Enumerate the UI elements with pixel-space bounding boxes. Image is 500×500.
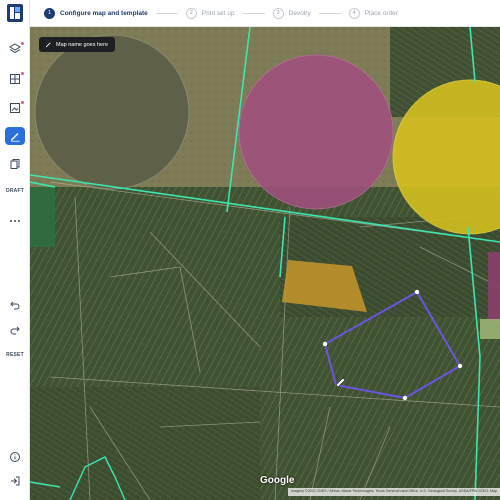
step-label: Configure map and template	[60, 9, 148, 17]
step-connector	[318, 12, 341, 14]
polygon-vertex[interactable]	[402, 395, 408, 401]
step-label: Print set up	[201, 9, 235, 17]
info-icon	[10, 452, 20, 462]
step-connector	[155, 12, 178, 14]
step-delivery[interactable]: 3 Devolry	[272, 7, 311, 19]
layers-badge-dot	[21, 42, 24, 45]
map-name-label: Map name goes here	[56, 41, 108, 48]
grid-badge-dot	[21, 72, 24, 75]
image-add-icon	[10, 103, 20, 113]
satellite-map[interactable]: Map name goes here Google Imagery ©2022 …	[30, 27, 500, 500]
polygon-vertex[interactable]	[322, 341, 328, 347]
draw-icon	[11, 133, 20, 142]
field-green-right[interactable]	[480, 319, 500, 339]
pencil-icon	[46, 42, 51, 48]
image-badge-dot	[21, 101, 24, 104]
step-number: 2	[185, 7, 197, 19]
step-number: 3	[272, 7, 284, 19]
reset-label[interactable]: RESET	[0, 352, 30, 358]
more-button[interactable]	[5, 212, 25, 230]
undo-button[interactable]	[5, 296, 25, 314]
step-number: 1	[44, 7, 55, 19]
step-label: Place order	[364, 9, 398, 17]
step-configure-map[interactable]: 1 Configure map and template	[44, 7, 148, 19]
polygon-vertex[interactable]	[414, 289, 420, 295]
layers-icon	[9, 43, 21, 54]
exit-button[interactable]	[5, 472, 25, 490]
sidebar: DRAFT RESET	[0, 0, 30, 500]
field-purple-right[interactable]	[488, 252, 500, 322]
copy-button[interactable]	[5, 155, 25, 173]
step-print-setup[interactable]: 2 Print set up	[185, 7, 235, 19]
redo-button[interactable]	[5, 321, 25, 339]
step-number: 4	[348, 7, 360, 19]
step-connector	[242, 12, 265, 14]
polygon-vertex[interactable]	[457, 363, 463, 369]
map-name-button[interactable]: Map name goes here	[39, 37, 115, 52]
google-logo: Google	[260, 475, 295, 486]
grid-add-icon	[10, 74, 20, 84]
step-place-order[interactable]: 4 Place order	[348, 7, 398, 19]
redo-icon	[10, 326, 20, 335]
more-icon	[10, 220, 20, 222]
undo-icon	[10, 301, 20, 310]
copy-icon	[10, 159, 20, 169]
exit-icon	[11, 476, 20, 486]
map-attribution: Imagery ©2022 CNES / Airbus, Maxar Techn…	[287, 488, 500, 496]
info-button[interactable]	[5, 448, 25, 466]
app-logo	[7, 4, 23, 22]
step-label: Devolry	[288, 9, 311, 17]
app-window: DRAFT RESET 1 Configure map and template…	[0, 0, 500, 500]
pivot-field-gray	[34, 34, 190, 190]
pivot-field-purple[interactable]	[238, 54, 394, 210]
map-canvas[interactable]	[30, 27, 500, 500]
stepper-bar: 1 Configure map and template 2 Print set…	[30, 0, 500, 27]
draft-label: DRAFT	[6, 188, 24, 194]
draw-button[interactable]	[5, 127, 25, 145]
